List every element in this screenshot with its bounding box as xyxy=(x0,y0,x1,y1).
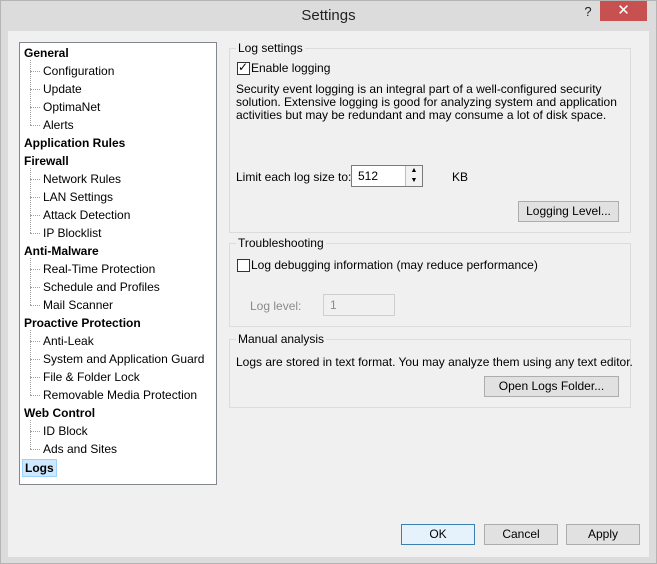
tree-connector xyxy=(30,269,40,270)
tree-connector xyxy=(30,377,40,378)
tree-subitem[interactable]: Mail Scanner xyxy=(43,296,113,314)
tree-subitem[interactable]: Alerts xyxy=(43,116,74,134)
log-level-value: 1 xyxy=(330,298,337,312)
tree-connector xyxy=(30,71,40,72)
settings-tree[interactable]: General Configuration Update OptimaNet Alert… xyxy=(19,42,217,485)
tree-category[interactable]: Anti-Malware xyxy=(24,242,99,260)
manual-analysis-text: Logs are stored in text format. You may … xyxy=(236,355,633,369)
client-area: General Configuration Update OptimaNet Alert… xyxy=(8,31,649,557)
tree-subitem[interactable]: ID Block xyxy=(43,422,88,440)
size-unit-label: KB xyxy=(452,170,469,184)
tree-connector xyxy=(30,215,40,216)
log-level-label: Log level: xyxy=(250,299,302,313)
check-icon: ✓ xyxy=(238,60,249,74)
tree-subitem[interactable]: LAN Settings xyxy=(43,188,113,206)
tree-connector xyxy=(30,449,40,450)
logging-description: Security event logging is an integral pa… xyxy=(236,82,617,122)
stepper-down-icon[interactable]: ▼ xyxy=(406,176,422,186)
manual-analysis-label: Manual analysis xyxy=(236,332,327,346)
tree-subitem[interactable]: Attack Detection xyxy=(43,206,130,224)
log-level-input: 1 xyxy=(323,294,395,316)
tree-connector xyxy=(30,287,40,288)
troubleshooting-group: Troubleshooting xyxy=(229,236,631,327)
settings-window: Settings ? ✕ General Configuration Update O… xyxy=(0,0,657,564)
help-button[interactable]: ? xyxy=(581,4,595,22)
tree-connector xyxy=(30,168,31,233)
enable-logging-label[interactable]: Enable logging xyxy=(251,61,330,75)
close-button[interactable]: ✕ xyxy=(600,1,647,21)
tree-subitem[interactable]: Ads and Sites xyxy=(43,440,117,458)
tree-connector xyxy=(30,395,40,396)
tree-connector xyxy=(30,305,40,306)
tree-subitem[interactable]: Anti-Leak xyxy=(43,332,94,350)
tree-connector xyxy=(30,258,31,305)
debug-logging-checkbox[interactable] xyxy=(237,259,250,272)
log-size-stepper[interactable]: 512 ▲ ▼ xyxy=(351,165,423,187)
tree-connector xyxy=(30,107,40,108)
apply-button[interactable]: Apply xyxy=(566,524,640,545)
tree-connector xyxy=(30,431,40,432)
tree-connector xyxy=(30,179,40,180)
tree-category[interactable]: Application Rules xyxy=(24,134,125,152)
tree-connector xyxy=(30,359,40,360)
stepper-arrows: ▲ ▼ xyxy=(405,166,422,186)
tree-category[interactable]: Logs xyxy=(22,459,57,477)
cancel-button[interactable]: Cancel xyxy=(484,524,558,545)
open-logs-folder-button[interactable]: Open Logs Folder... xyxy=(484,376,619,397)
tree-connector xyxy=(30,197,40,198)
tree-connector xyxy=(30,60,31,125)
log-size-value[interactable]: 512 xyxy=(358,169,378,183)
tree-subitem[interactable]: OptimaNet xyxy=(43,98,100,116)
enable-logging-checkbox[interactable]: ✓ xyxy=(237,60,250,75)
tree-subitem[interactable]: System and Application Guard xyxy=(43,350,204,368)
ok-button[interactable]: OK xyxy=(401,524,475,545)
logging-level-button[interactable]: Logging Level... xyxy=(518,201,619,222)
troubleshooting-label: Troubleshooting xyxy=(236,236,326,250)
window-title: Settings xyxy=(301,7,356,24)
tree-subitem[interactable]: Removable Media Protection xyxy=(43,386,197,404)
limit-size-label: Limit each log size to: xyxy=(236,170,352,184)
tree-connector xyxy=(30,341,40,342)
tree-subitem[interactable]: Configuration xyxy=(43,62,114,80)
tree-connector xyxy=(30,330,31,395)
tree-connector xyxy=(30,233,40,234)
tree-subitem[interactable]: Real-Time Protection xyxy=(43,260,155,278)
manual-analysis-group: Manual analysis xyxy=(229,332,631,408)
log-settings-label: Log settings xyxy=(236,41,305,55)
tree-connector xyxy=(30,125,40,126)
tree-subitem[interactable]: Network Rules xyxy=(43,170,121,188)
tree-subitem[interactable]: Schedule and Profiles xyxy=(43,278,160,296)
tree-connector xyxy=(30,89,40,90)
tree-subitem[interactable]: Update xyxy=(43,80,82,98)
tree-subitem[interactable]: IP Blocklist xyxy=(43,224,101,242)
stepper-up-icon[interactable]: ▲ xyxy=(406,166,422,176)
tree-category[interactable]: Proactive Protection xyxy=(24,314,141,332)
tree-subitem[interactable]: File & Folder Lock xyxy=(43,368,140,386)
title-bar: Settings ? ✕ xyxy=(1,1,656,31)
tree-category[interactable]: Web Control xyxy=(24,404,95,422)
debug-logging-label[interactable]: Log debugging information (may reduce pe… xyxy=(251,258,538,272)
tree-connector xyxy=(30,420,31,449)
